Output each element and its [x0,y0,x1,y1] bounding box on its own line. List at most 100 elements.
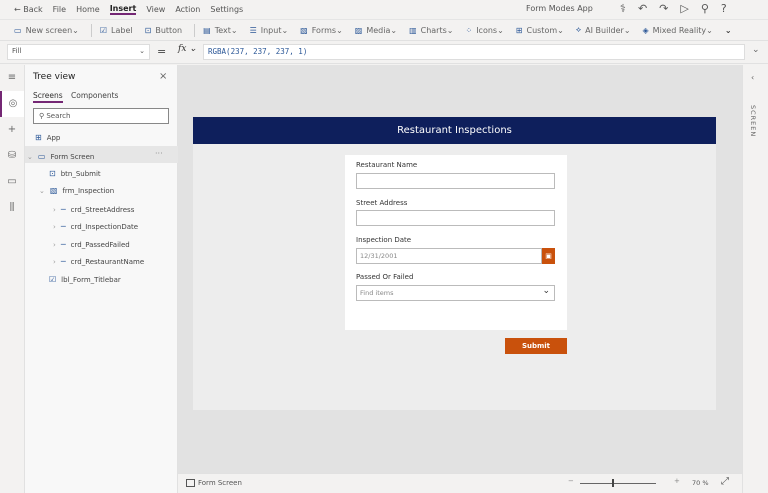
tree-item-label: lbl_Form_Titlebar [61,275,121,284]
zoom-slider[interactable] [580,483,656,484]
property-select[interactable]: Fill ⌄ [7,44,150,60]
toolbar-separator [90,23,92,37]
expand-chevron-icon[interactable]: ⌄ [39,187,45,195]
menu-settings[interactable]: Settings [210,5,243,14]
toolbar-input-button[interactable]: ☰ Input ⌄ [250,26,289,35]
toolbar-custom-button[interactable]: ⊞ Custom ⌄ [516,26,564,35]
charts-icon: ▥ [409,25,417,35]
screen-pane-label: SCREEN [749,105,757,138]
toolbar-new-screen-button[interactable]: ▭ New screen ⌄ [14,26,79,35]
tree-item-label: crd_StreetAddress [70,205,135,214]
tree-item-btn-submit[interactable]: ⊡ btn_Submit [49,169,101,178]
search-input[interactable]: ⚲ Search [33,108,169,124]
tree-item-label: crd_RestaurantName [70,257,145,266]
back-button[interactable]: ← Back [14,5,43,14]
menu-insert[interactable]: Insert [109,4,137,15]
media-icon[interactable]: ▭ [0,169,24,195]
toolbar-media-button[interactable]: ▨ Media ⌄ [355,26,397,35]
more-chevron-icon[interactable]: ⌄ [725,26,732,35]
tree-item-label: crd_InspectionDate [70,222,139,231]
tree-item-lbl-form-titlebar[interactable]: ☑ lbl_Form_Titlebar [49,275,121,284]
tree-item-app[interactable]: ⊞ App [35,133,60,142]
layers-icon[interactable]: ◎ [0,91,24,117]
menu-file[interactable]: File [53,5,66,14]
toolbar-label: Input [260,25,282,35]
toolbar-label: AI Builder [585,25,624,35]
current-screen[interactable]: Form Screen [198,479,242,487]
toolbar-icons-button[interactable]: ⁘ Icons ⌄ [465,26,503,35]
tree-item-label: btn_Submit [60,169,101,178]
menu-home[interactable]: Home [76,5,100,14]
app-titlebar: Restaurant Inspections [193,117,716,144]
zoom-in-button[interactable]: + [674,477,680,485]
formula-input[interactable]: RGBA(237, 237, 237, 1) [203,44,745,60]
screen-icon: ▭ [37,152,46,161]
restaurant-name-input[interactable] [356,173,555,189]
tree-item-crd-inspectiondate[interactable]: › ─ crd_InspectionDate [53,222,138,231]
fit-to-window-icon[interactable]: ⤢ [721,476,729,487]
toolbar-label: Label [111,25,133,35]
inspection-date-input[interactable]: 12/31/2001 [356,248,542,264]
tree-item-crd-streetaddress[interactable]: › ─ crd_StreetAddress [53,205,134,214]
toolbar-text-button[interactable]: ▤ Text ⌄ [203,26,237,35]
tools-icon[interactable]: ⫼ [0,195,24,221]
toolbar-mixed-reality-button[interactable]: ◈ Mixed Reality ⌄ [643,26,713,35]
media-icon: ▨ [354,25,363,35]
menu-view[interactable]: View [146,5,165,14]
fx-button[interactable]: fx ⌄ [178,44,197,54]
passed-failed-dropdown[interactable]: Find items ⌄ [356,285,555,301]
custom-icon: ⊞ [515,25,523,35]
play-icon[interactable]: ▷ [680,2,688,15]
inspection-form[interactable]: Restaurant Name Street Address Inspectio… [345,155,567,330]
toolbar-charts-button[interactable]: ▥ Charts ⌄ [409,26,453,35]
zoom-out-button[interactable]: − [568,477,574,485]
tree-item-crd-restaurantname[interactable]: › ─ crd_RestaurantName [53,257,144,266]
expand-chevron-icon[interactable]: ⌄ [27,153,33,161]
tab-components[interactable]: Components [71,91,118,100]
expand-chevron-icon[interactable]: › [53,241,56,249]
more-options-icon[interactable]: ··· [155,149,163,158]
expand-chevron-icon[interactable]: › [53,206,56,214]
undo-icon[interactable]: ↶ [638,2,647,15]
expand-chevron-icon[interactable]: › [53,258,56,266]
tree-item-form-screen[interactable]: ⌄ ▭ Form Screen [27,152,94,161]
card-icon: ─ [60,240,66,249]
collapse-icon[interactable]: ‹ [751,73,754,82]
button-icon: ⊡ [144,25,152,35]
toolbar-label: Mixed Reality [652,25,707,35]
card-icon: ─ [60,205,66,214]
redo-icon[interactable]: ↷ [659,2,668,15]
insert-toolbar: ▭ New screen ⌄ ☑ Label ⊡ Button ▤ Text ⌄ ☰ Input … [0,19,768,40]
tree-item-crd-passedfailed[interactable]: › ─ crd_PassedFailed [53,240,130,249]
status-bar: Form Screen − + 70 % ⤢ [178,473,742,493]
label-icon: ☑ [99,25,108,35]
tree-item-label: Form Screen [50,152,95,161]
submit-button[interactable]: Submit [505,338,567,354]
hamburger-icon[interactable]: ≡ [0,65,24,91]
left-rail: ≡ ◎ + ⛁ ▭ ⫼ [0,65,25,493]
toolbar-button-button[interactable]: ⊡ Button [145,26,183,35]
menu-action[interactable]: Action [175,5,200,14]
expand-formula-icon[interactable]: ⌄ [752,45,760,55]
restaurant-name-label: Restaurant Name [356,161,418,169]
street-address-input[interactable] [356,210,555,226]
stethoscope-icon[interactable]: ⚕ [620,2,626,15]
tree-item-label: frm_Inspection [62,186,115,195]
plus-icon[interactable]: + [0,117,24,143]
toolbar-ai-builder-button[interactable]: ⟡ AI Builder ⌄ [576,25,631,35]
close-icon[interactable]: × [159,71,167,82]
toolbar-forms-button[interactable]: ▧ Forms ⌄ [300,26,343,35]
toolbar-label: Forms [311,25,337,35]
tab-screens[interactable]: Screens [33,91,63,103]
property-value: Fill [12,47,22,55]
user-icon[interactable]: ⚲ [701,2,709,15]
data-icon[interactable]: ⛁ [0,143,24,169]
help-icon[interactable]: ? [721,2,727,15]
toolbar-label: Charts [420,25,447,35]
zoom-slider-thumb[interactable] [612,479,614,487]
tree-item-frm-inspection[interactable]: ⌄ ▧ frm_Inspection [39,186,114,195]
toolbar-label-button[interactable]: ☑ Label [100,26,133,35]
calendar-icon[interactable]: ▣ [542,248,555,264]
toolbar-separator [194,23,196,37]
expand-chevron-icon[interactable]: › [53,223,56,231]
